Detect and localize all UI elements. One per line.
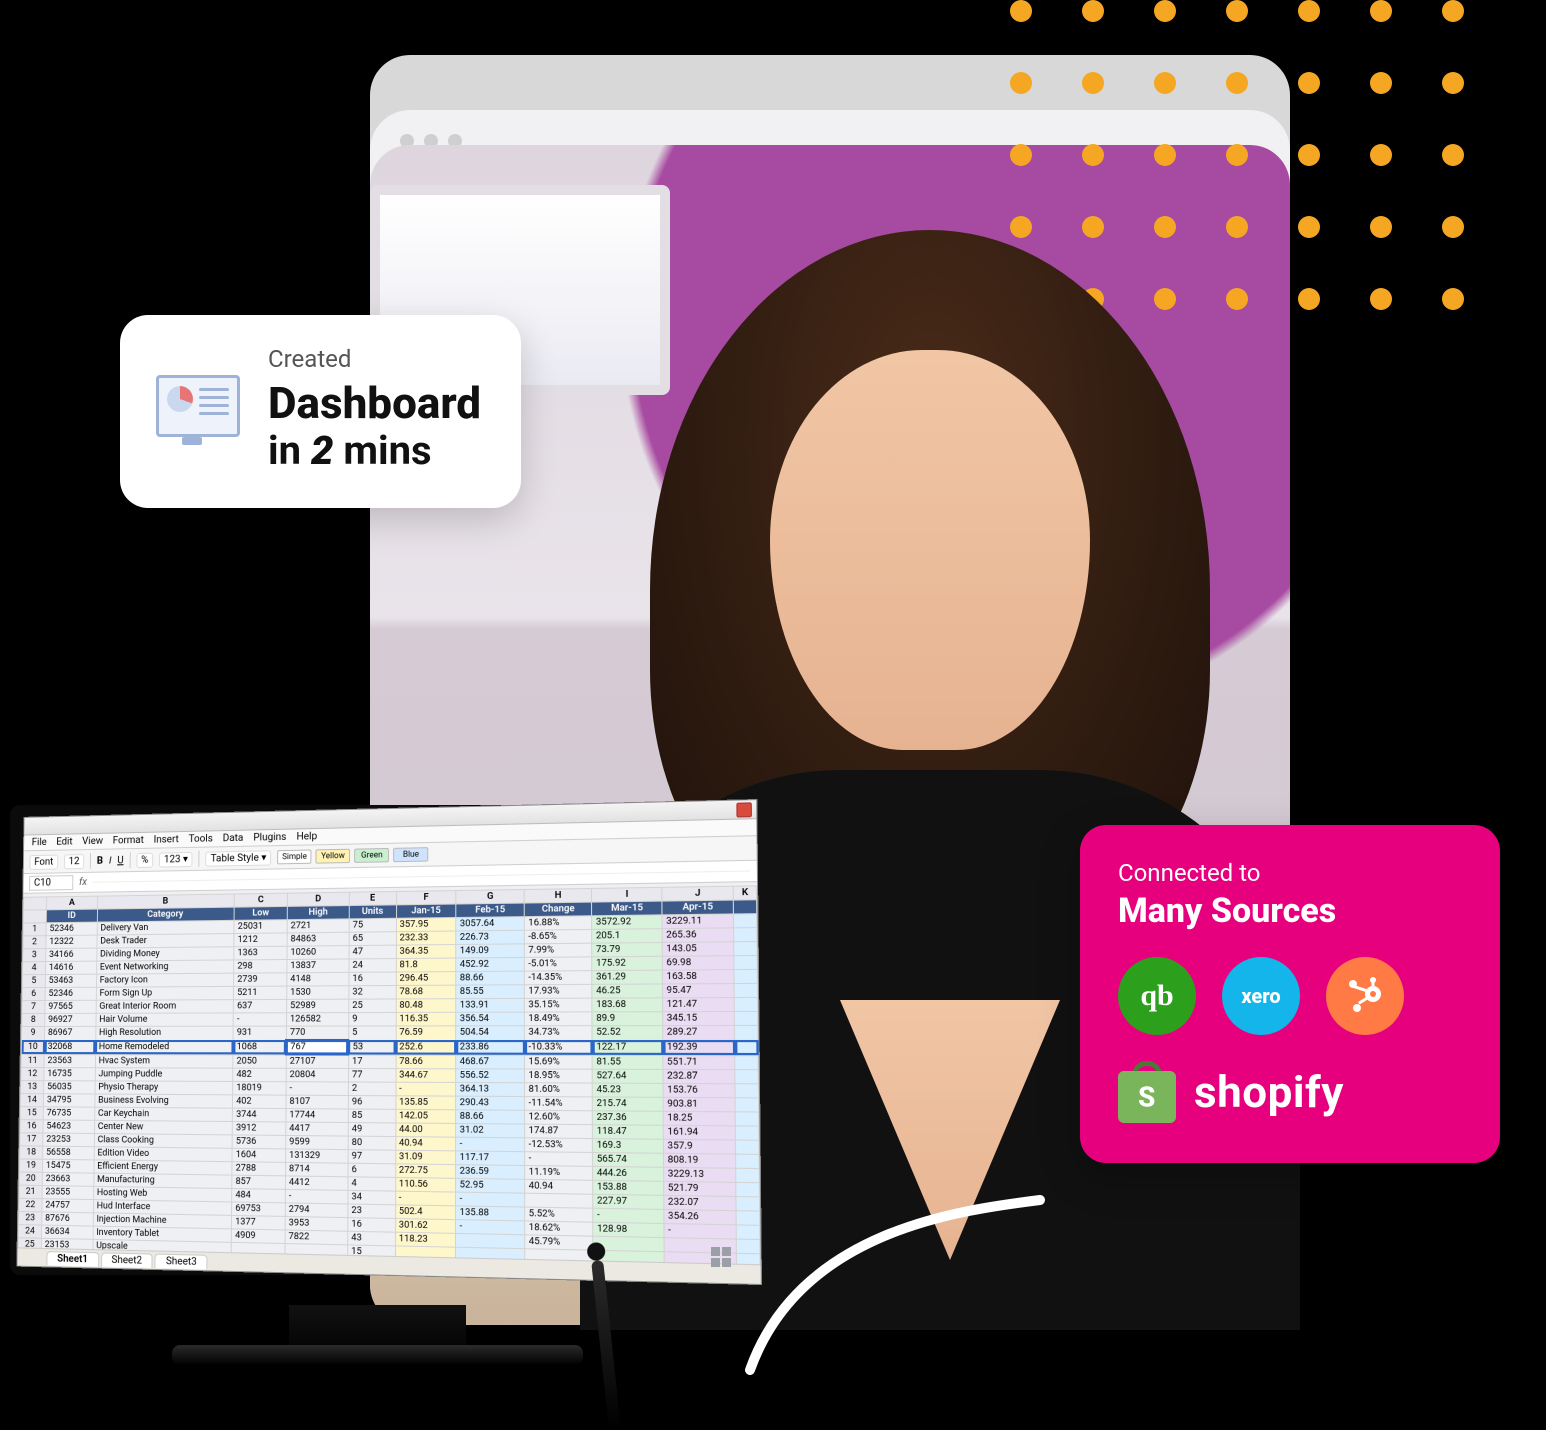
menu-insert[interactable]: Insert: [154, 834, 179, 846]
menu-format[interactable]: Format: [113, 835, 144, 847]
callout-swoop: [740, 1190, 1060, 1410]
number-format[interactable]: 123 ▾: [159, 851, 193, 867]
monitor-foot: [172, 1345, 584, 1365]
bold-button[interactable]: B: [97, 855, 103, 866]
close-icon[interactable]: [736, 802, 752, 817]
sources-card: Connected to Many Sources qb xero shopif…: [1080, 825, 1500, 1163]
shopify-logo: shopify: [1118, 1061, 1462, 1123]
shopify-bag-icon: [1118, 1061, 1176, 1123]
spreadsheet-grid[interactable]: ABCDEFGHIJK IDCategoryLowHighUnitsJan-15…: [18, 885, 761, 1264]
hubspot-icon: [1326, 957, 1404, 1035]
table-row: 1032068Home Remodeled106876753252.6233.8…: [21, 1040, 758, 1055]
quickbooks-icon: qb: [1118, 957, 1196, 1035]
xero-icon: xero: [1222, 957, 1300, 1035]
italic-button[interactable]: I: [109, 855, 112, 866]
badge-subtitle: in 2 mins: [268, 427, 481, 474]
table-row: 896927Hair Volume-1265829116.35356.5418.…: [22, 1011, 758, 1026]
created-dashboard-badge: Created Dashboard in 2 mins: [120, 315, 521, 508]
table-row: 986967High Resolution931770576.59504.543…: [21, 1025, 758, 1040]
menu-view[interactable]: View: [82, 836, 103, 847]
menu-plugins[interactable]: Plugins: [253, 832, 286, 844]
hero-composite: Created Dashboard in 2 mins File Edit Vi…: [0, 0, 1546, 1421]
menu-help[interactable]: Help: [296, 831, 317, 843]
menu-edit[interactable]: Edit: [56, 836, 72, 847]
menu-tools[interactable]: Tools: [189, 833, 213, 845]
name-box[interactable]: C10: [29, 875, 73, 891]
table-style[interactable]: Table Style ▾: [206, 850, 272, 866]
windows-logo-icon: [711, 1247, 731, 1267]
badge-eyebrow: Created: [268, 345, 481, 373]
font-picker[interactable]: Font: [29, 854, 58, 869]
menu-data[interactable]: Data: [223, 833, 244, 845]
style-swatches[interactable]: Simple Yellow Green Blue: [277, 847, 428, 864]
fx-label: fx: [79, 877, 87, 888]
underline-button[interactable]: U: [117, 855, 123, 866]
shopify-wordmark: shopify: [1194, 1066, 1344, 1118]
sheet-tab-3[interactable]: Sheet3: [155, 1253, 208, 1269]
menu-file[interactable]: File: [32, 837, 47, 848]
dashboard-icon: [156, 375, 240, 445]
font-size[interactable]: 12: [64, 854, 85, 869]
spreadsheet-app: File Edit View Format Insert Tools Data …: [16, 799, 762, 1285]
sheet-tab-2[interactable]: Sheet2: [101, 1252, 153, 1268]
sources-eyebrow: Connected to: [1118, 859, 1462, 887]
spreadsheet-table: ABCDEFGHIJK IDCategoryLowHighUnitsJan-15…: [18, 885, 761, 1264]
percent-button[interactable]: %: [136, 852, 153, 867]
monitor: File Edit View Format Insert Tools Data …: [10, 805, 745, 1365]
sources-title: Many Sources: [1118, 891, 1462, 931]
sheet-tab-1[interactable]: Sheet1: [46, 1251, 98, 1267]
badge-title: Dashboard: [268, 379, 481, 427]
